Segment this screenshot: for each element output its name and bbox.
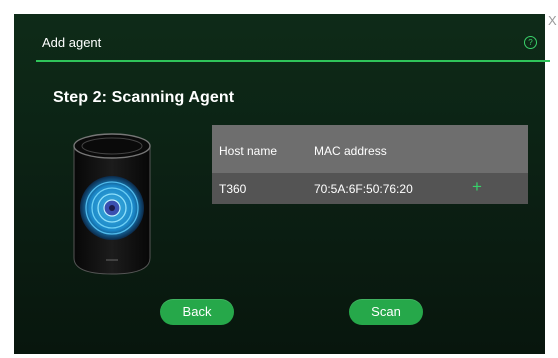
host-name-cell: T360 bbox=[219, 182, 247, 196]
scan-button[interactable]: Scan bbox=[349, 299, 423, 325]
add-agent-dialog: Add agent ? Step 2: Scanning Agent Host … bbox=[14, 14, 550, 354]
table-header: Host name MAC address bbox=[212, 125, 528, 173]
agent-table: Host name MAC address T360 70:5A:6F:50:7… bbox=[212, 125, 528, 204]
title-divider bbox=[36, 60, 550, 62]
mac-address-cell: 70:5A:6F:50:76:20 bbox=[314, 182, 413, 196]
help-icon[interactable]: ? bbox=[524, 36, 537, 49]
table-row[interactable]: T360 70:5A:6F:50:76:20 + bbox=[212, 173, 528, 204]
smart-speaker-icon bbox=[73, 133, 151, 275]
column-host-name: Host name bbox=[219, 144, 278, 158]
add-icon[interactable]: + bbox=[472, 177, 482, 197]
step-heading: Step 2: Scanning Agent bbox=[53, 89, 235, 106]
dialog-title: Add agent bbox=[42, 35, 102, 50]
close-icon[interactable]: X bbox=[548, 14, 557, 28]
back-button[interactable]: Back bbox=[160, 299, 234, 325]
column-mac-address: MAC address bbox=[314, 144, 387, 158]
